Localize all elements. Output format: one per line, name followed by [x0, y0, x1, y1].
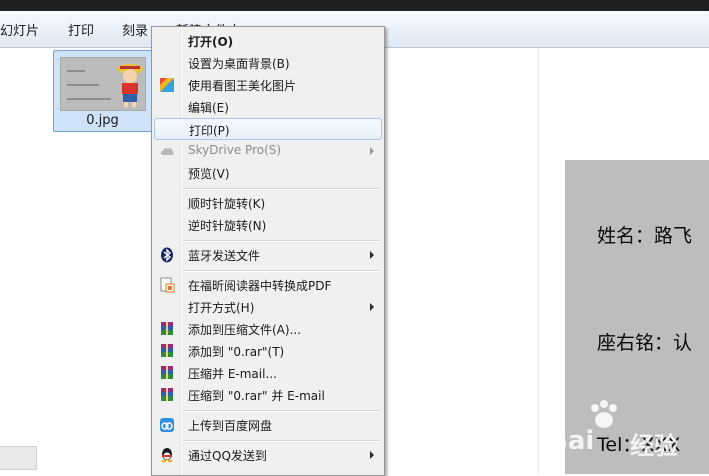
watermark-brand: Bai — [548, 426, 595, 456]
menu-item-bluetooth-send[interactable]: 蓝牙发送文件 — [154, 244, 382, 266]
toolbar-print-button[interactable]: 打印 — [68, 20, 94, 39]
baidu-netdisk-icon — [160, 418, 174, 432]
menu-item-rotate-counterclockwise[interactable]: 逆时针旋转(N) — [154, 214, 382, 236]
menu-item-label: 上传到百度网盘 — [188, 419, 273, 433]
menu-item-open-with[interactable]: 打开方式(H) — [154, 296, 382, 318]
luffy-figure-icon — [117, 64, 143, 107]
kantuwang-icon — [160, 78, 174, 92]
card-name-line: 姓名：路飞 — [597, 225, 693, 247]
qq-icon — [161, 448, 173, 463]
menu-item-label: 打开(O) — [188, 35, 234, 49]
winrar-icon — [161, 388, 173, 401]
menu-item-label: 打印(P) — [189, 124, 230, 138]
menu-item-label: 逆时针旋转(N) — [188, 219, 267, 233]
menu-item-label: 预览(V) — [188, 167, 230, 181]
pdf-convert-icon — [160, 277, 175, 293]
file-thumbnail — [60, 57, 146, 111]
menu-separator — [182, 240, 380, 242]
menu-item-send-via-qq[interactable]: 通过QQ发送到 — [154, 444, 382, 466]
menu-item-label: 通过QQ发送到 — [188, 449, 267, 463]
menu-item-label: 添加到压缩文件(A)... — [188, 323, 302, 337]
menu-item-label: 添加到 "0.rar"(T) — [188, 345, 285, 359]
menu-item-edit[interactable]: 编辑(E) — [154, 96, 382, 118]
file-item-selected[interactable]: 0.jpg — [53, 50, 152, 132]
file-name-label: 0.jpg — [86, 113, 119, 128]
toolbar-slideshow-button[interactable]: 幻灯片 — [0, 20, 39, 39]
menu-item-label: 编辑(E) — [188, 101, 229, 115]
bluetooth-icon — [161, 247, 173, 263]
menu-item-add-to-0rar[interactable]: 添加到 "0.rar"(T) — [154, 340, 382, 362]
menu-item-foxit-convert-pdf[interactable]: 在福昕阅读器中转换成PDF — [154, 274, 382, 296]
winrar-icon — [161, 322, 173, 335]
menu-item-label: 设置为桌面背景(B) — [188, 57, 290, 71]
baidu-jingyan-watermark: Bai 经验 — [548, 398, 708, 468]
menu-item-label: SkyDrive Pro(S) — [188, 143, 282, 157]
cloud-icon — [160, 147, 174, 155]
winrar-icon — [161, 366, 173, 379]
menu-item-label: 打开方式(H) — [188, 301, 255, 315]
menu-item-compress-0rar-email[interactable]: 压缩到 "0.rar" 并 E-mail — [154, 384, 382, 406]
menu-separator — [182, 410, 380, 412]
watermark-suffix: 经验 — [630, 432, 678, 460]
submenu-arrow-icon — [370, 251, 374, 259]
submenu-arrow-icon — [370, 303, 374, 311]
winrar-icon — [161, 344, 173, 357]
menu-item-print[interactable]: 打印(P) — [154, 118, 382, 140]
menu-item-label: 在福昕阅读器中转换成PDF — [188, 279, 332, 293]
menu-item-label: 压缩到 "0.rar" 并 E-mail — [188, 389, 325, 403]
menu-item-label: 顺时针旋转(K) — [188, 197, 266, 211]
menu-item-add-to-archive[interactable]: 添加到压缩文件(A)... — [154, 318, 382, 340]
context-menu: 打开(O) 设置为桌面背景(B) 使用看图王美化图片 编辑(E) 打印(P) S… — [151, 26, 385, 476]
card-motto-line: 座右铭：认 — [597, 332, 693, 354]
window-top-edge — [0, 0, 709, 11]
menu-separator — [182, 188, 380, 190]
menu-item-compress-email[interactable]: 压缩并 E-mail... — [154, 362, 382, 384]
menu-item-beautify-kantuwang[interactable]: 使用看图王美化图片 — [154, 74, 382, 96]
menu-item-label: 使用看图王美化图片 — [188, 79, 297, 93]
menu-item-label: 压缩并 E-mail... — [188, 367, 277, 381]
menu-item-open[interactable]: 打开(O) — [154, 30, 382, 52]
menu-item-preview[interactable]: 预览(V) — [154, 162, 382, 184]
pane-divider[interactable] — [538, 48, 539, 474]
menu-separator — [182, 440, 380, 442]
toolbar-burn-button[interactable]: 刻录 — [122, 20, 148, 39]
submenu-arrow-icon — [370, 451, 374, 459]
menu-separator — [182, 270, 380, 272]
menu-item-set-wallpaper[interactable]: 设置为桌面背景(B) — [154, 52, 382, 74]
menu-item-rotate-clockwise[interactable]: 顺时针旋转(K) — [154, 192, 382, 214]
submenu-arrow-icon — [370, 147, 374, 155]
menu-item-skydrive-pro[interactable]: SkyDrive Pro(S) — [154, 140, 382, 162]
menu-item-upload-baidu-netdisk[interactable]: 上传到百度网盘 — [154, 414, 382, 436]
menu-item-label: 蓝牙发送文件 — [188, 249, 261, 263]
horizontal-scrollbar[interactable] — [0, 446, 37, 470]
